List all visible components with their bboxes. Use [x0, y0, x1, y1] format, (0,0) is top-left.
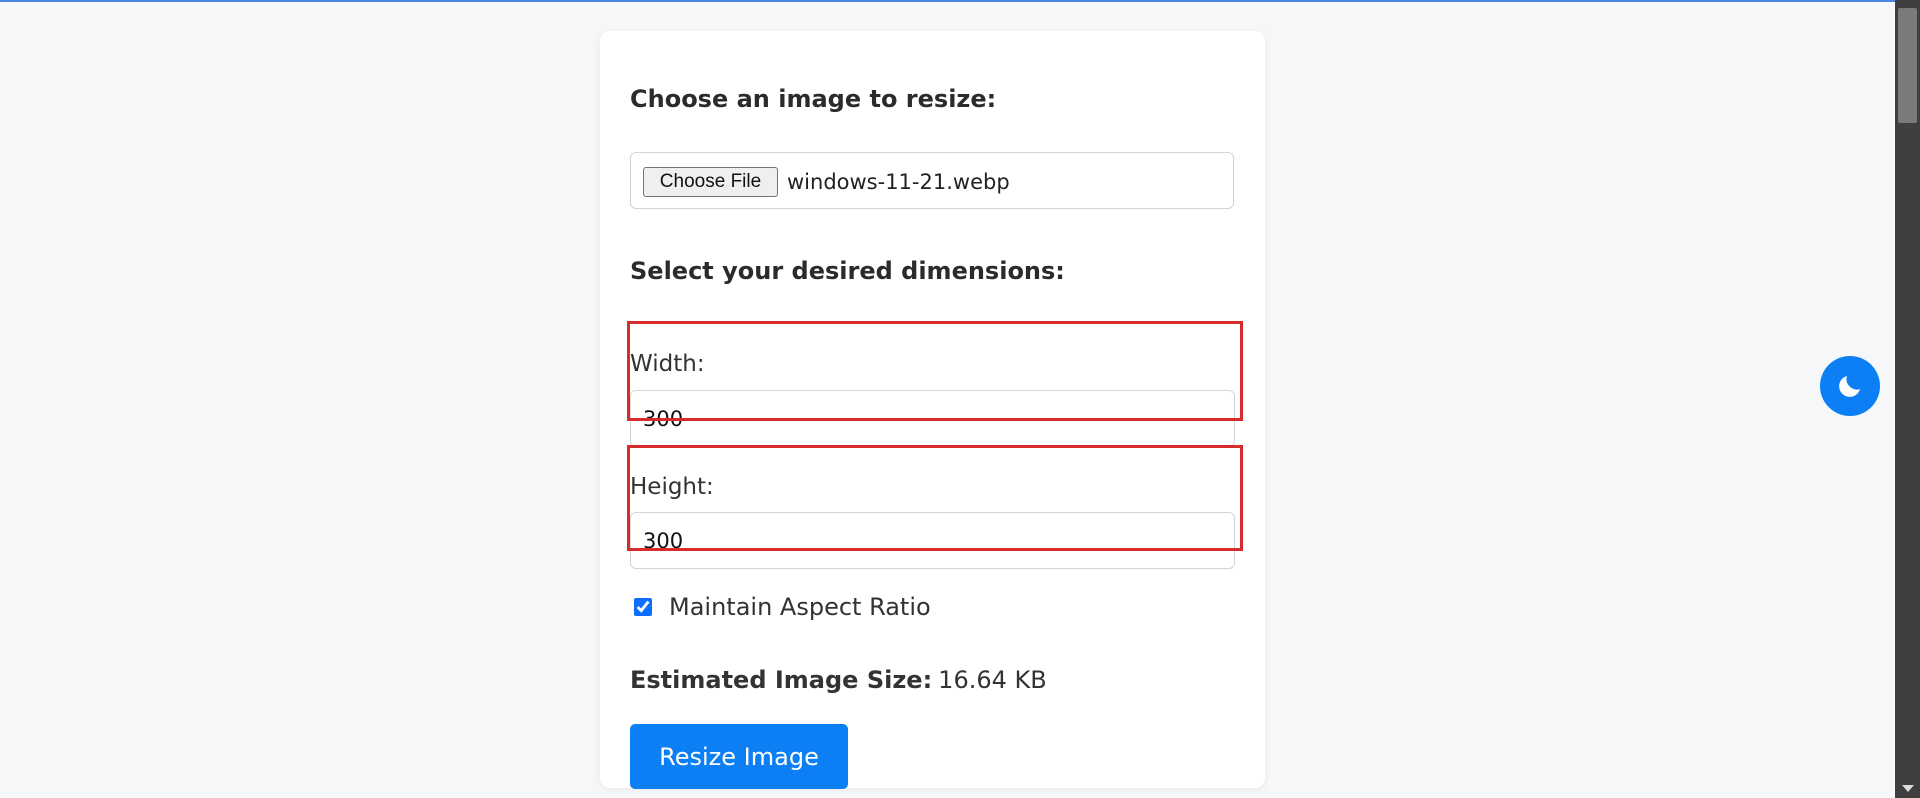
top-accent-line	[0, 0, 1895, 2]
width-label: Width:	[630, 351, 705, 377]
height-input[interactable]	[630, 512, 1235, 569]
estimated-size-label: Estimated Image Size:	[630, 666, 933, 694]
moon-icon	[1839, 376, 1860, 397]
scrollbar-thumb[interactable]	[1898, 8, 1917, 123]
estimated-size-value: 16.64 KB	[938, 666, 1047, 694]
width-input[interactable]	[630, 390, 1235, 447]
choose-image-title: Choose an image to resize:	[630, 85, 997, 113]
scroll-down-arrow-icon[interactable]	[1902, 785, 1914, 792]
resize-image-button[interactable]: Resize Image	[630, 724, 848, 789]
page-scrollbar[interactable]	[1895, 0, 1920, 798]
dark-mode-toggle[interactable]	[1820, 356, 1880, 416]
height-label: Height:	[630, 474, 714, 500]
selected-file-name: windows-11-21.webp	[787, 170, 1010, 194]
maintain-aspect-checkbox[interactable]	[634, 598, 652, 616]
estimated-size: Estimated Image Size: 16.64 KB	[630, 665, 1047, 695]
file-input[interactable]: Choose File windows-11-21.webp	[630, 152, 1234, 209]
choose-file-button[interactable]: Choose File	[643, 167, 778, 197]
resize-form-card: Choose an image to resize: Choose File w…	[600, 31, 1265, 789]
maintain-aspect-label[interactable]: Maintain Aspect Ratio	[669, 592, 931, 622]
dimensions-title: Select your desired dimensions:	[630, 257, 1065, 285]
